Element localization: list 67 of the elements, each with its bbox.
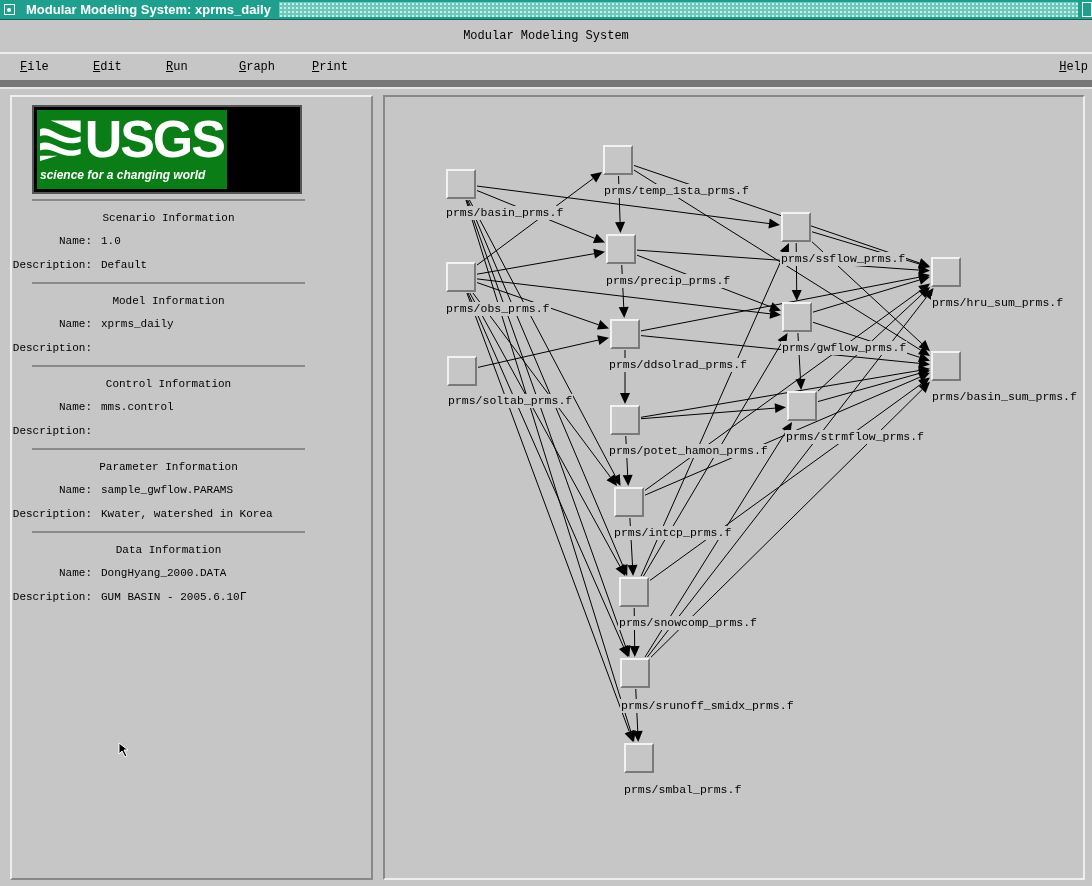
field-value: Default [101,258,148,273]
field-value: GUM BASIN - 2005.6.10ᒥ [101,590,246,605]
module-node[interactable] [603,145,633,175]
module-label: prms/srunoff_smidx_prms.f [620,699,795,713]
maximize-icon[interactable] [1082,2,1092,17]
section-heading: Data Information [114,543,223,558]
section-heading: Parameter Information [98,460,239,475]
section-heading: Control Information [104,377,233,392]
field-label: Name: [58,400,92,415]
module-node[interactable] [620,658,650,688]
module-label: prms/snowcomp_prms.f [618,616,759,630]
module-label: prms/basin_sum_prms.f [931,390,1078,404]
module-node[interactable] [446,169,476,199]
module-node[interactable] [931,351,961,381]
module-node[interactable] [782,302,812,332]
module-label: prms/precip_prms.f [605,274,732,288]
field-label: Description: [12,507,92,522]
window-title: Modular Modeling System: xprms_daily [25,1,272,19]
window-menu-icon[interactable] [3,4,15,15]
module-node[interactable] [931,257,961,287]
logo-tagline: science for a changing world [40,167,207,184]
app-header: Modular Modeling System [463,28,629,45]
field-label: Description: [12,341,92,356]
menu-item[interactable]: Help [1059,58,1088,76]
field-label: Name: [58,317,92,332]
module-label: prms/hru_sum_prms.f [931,296,1065,310]
module-node[interactable] [610,405,640,435]
module-label: prms/intcp_prms.f [613,526,733,540]
module-node[interactable] [787,391,817,421]
menu-item[interactable]: Run [166,58,239,76]
field-value: DongHyang_2000.DATA [101,566,227,581]
module-node[interactable] [446,262,476,292]
module-label: prms/obs_prms.f [445,302,551,316]
module-node[interactable] [606,234,636,264]
field-value: 1.0 [101,234,121,249]
field-label: Name: [58,566,92,581]
module-node[interactable] [610,319,640,349]
field-label: Description: [12,424,92,439]
menu-item[interactable]: Graph [239,58,312,76]
module-node[interactable] [619,577,649,607]
field-label: Name: [58,234,92,249]
menu-item[interactable]: Edit [93,58,166,76]
field-label: Name: [58,483,92,498]
module-node[interactable] [614,487,644,517]
field-label: Description: [12,258,92,273]
module-label: prms/temp_1sta_prms.f [603,184,750,198]
field-label: Description: [12,590,92,605]
field-value: Kwater, watershed in Korea [101,507,273,522]
module-label: prms/strmflow_prms.f [785,430,926,444]
module-label: prms/basin_prms.f [445,206,565,220]
field-value: sample_gwflow.PARAMS [101,483,234,498]
field-value: mms.control [101,400,174,415]
module-node[interactable] [447,356,477,386]
module-label: prms/potet_hamon_prms.f [608,444,769,458]
field-value: xprms_daily [101,317,174,332]
section-heading: Model Information [111,294,226,309]
module-node[interactable] [781,212,811,242]
module-label: prms/ddsolrad_prms.f [608,358,749,372]
menu-item[interactable]: Print [312,58,385,76]
module-label: prms/gwflow_prms.f [781,341,908,355]
section-heading: Scenario Information [101,211,236,226]
logo-wordmark: USGS [84,113,224,165]
module-label: prms/soltab_prms.f [447,394,574,408]
module-node[interactable] [624,743,654,773]
module-label: prms/ssflow_prms.f [780,252,907,266]
menu-item[interactable]: File [20,58,93,76]
module-label: prms/smbal_prms.f [623,783,743,797]
